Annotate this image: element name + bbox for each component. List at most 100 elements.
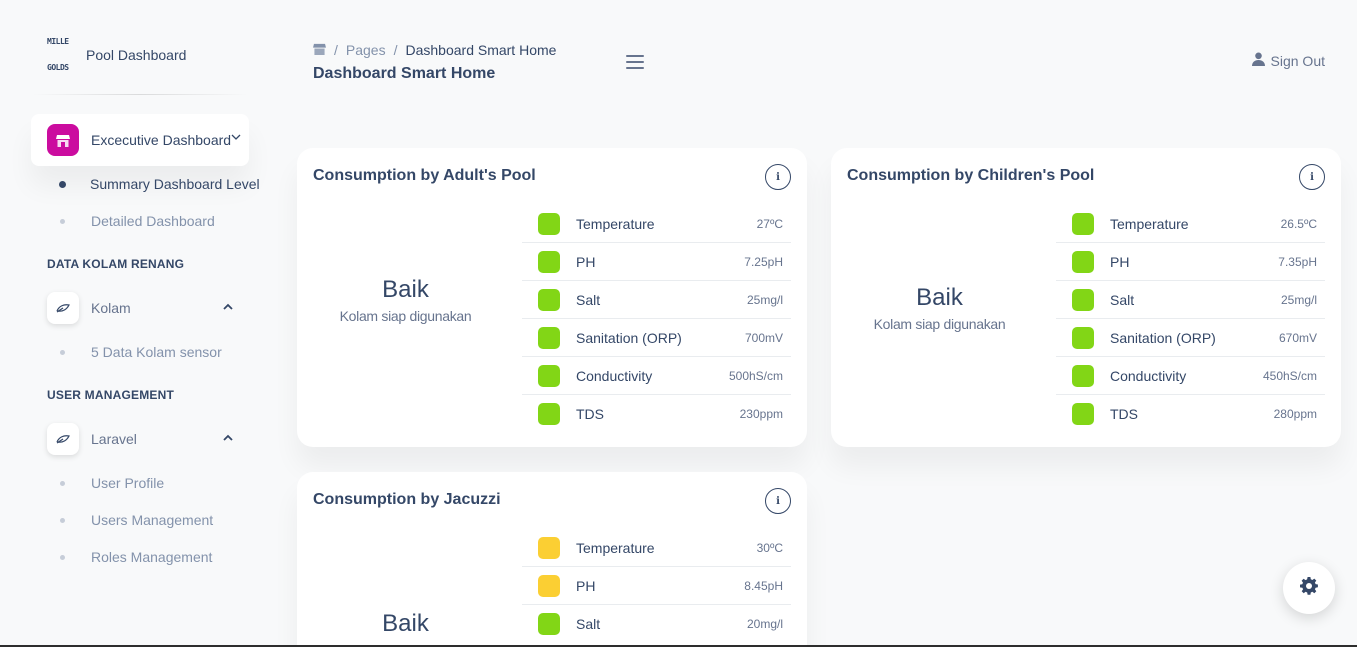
status-indicator [1072,364,1094,387]
metric-value: 20mg/l [746,617,783,631]
status-label: Baik [916,284,963,311]
section-title-user-management: USER MANAGEMENT [47,388,175,402]
status-note: Kolam siap digunakan [339,308,472,324]
status-indicator [538,574,560,597]
metrics-list: Temperature 27ºC PH 7.25pH Salt 25mg/l Sani… [522,205,791,433]
metric-value: 280ppm [1273,407,1317,421]
nav-kolam[interactable]: Kolam [47,292,247,324]
leaf-icon [47,292,79,324]
metric-name: Salt [1110,291,1135,308]
metric-row: PH 8.45pH [522,567,791,605]
shop-icon [47,124,79,156]
nav-laravel[interactable]: Laravel [47,423,247,455]
sign-out-button[interactable]: Sign Out [1251,52,1325,69]
brand[interactable]: MILLE GOLDS Pool Dashboard [47,38,186,72]
status-label: Baik [382,276,429,303]
status-indicator [1072,403,1094,425]
menu-toggle-icon[interactable] [626,55,644,69]
metric-row: Temperature 30ºC [522,529,791,567]
metric-name: Temperature [576,539,655,556]
metric-value: 27ºC [756,216,783,231]
subnav-users-management[interactable]: Users Management [60,512,213,528]
metric-row: Conductivity 500hS/cm [522,357,791,395]
bullet-icon [60,218,65,224]
metric-name: Sanitation (ORP) [576,329,682,346]
breadcrumb-current: Dashboard Smart Home [405,42,557,58]
metric-value: 30ºC [756,540,783,555]
metric-row: Salt 25mg/l [522,281,791,319]
bullet-icon [59,180,66,188]
metric-value: 700mV [744,330,783,345]
subnav-roles-management[interactable]: Roles Management [60,549,212,565]
chevron-up-icon [223,302,233,313]
metric-name: Sanitation (ORP) [1110,329,1216,346]
status-indicator [538,250,560,273]
card-adult-pool: Consumption by Adult's Pool i Baik Kolam… [297,148,807,447]
metric-row: TDS 230ppm [522,395,791,433]
brand-name: Pool Dashboard [86,47,187,63]
card-children-pool: Consumption by Children's Pool i Baik Ko… [831,148,1341,447]
settings-gear-button[interactable] [1283,562,1335,614]
breadcrumb-separator: / [393,42,398,58]
leaf-icon [47,423,79,455]
metric-name: Temperature [576,215,655,232]
metrics-list: Temperature 26.5ºC PH 7.35pH Salt 25mg/l Sa… [1056,205,1325,433]
status-note: Kolam siap digunakan [873,316,1006,332]
metric-value: 500hS/cm [728,368,783,383]
metric-name: PH [576,577,596,594]
subnav-label: 5 Data Kolam sensor [91,344,222,360]
gear-icon [1299,576,1319,601]
metric-name: TDS [1110,406,1138,422]
metric-value: 7.25pH [744,254,783,269]
chevron-up-icon [223,433,233,444]
status-indicator [538,364,560,387]
shop-icon[interactable] [313,42,326,58]
metric-value: 8.45pH [744,578,783,593]
info-icon[interactable]: i [765,164,791,190]
subnav-data-kolam-sensor[interactable]: 5 Data Kolam sensor [60,344,222,360]
metric-row: Temperature 27ºC [522,205,791,243]
card-title: Consumption by Children's Pool [847,167,1095,184]
metric-row: Salt 20mg/l [522,605,791,643]
metric-row: Conductivity 450hS/cm [1056,357,1325,395]
subnav-summary-dashboard[interactable]: Summary Dashboard Level [59,176,260,192]
metric-row: PH 7.25pH [522,243,791,281]
nav-kolam-label: Kolam [91,300,131,316]
sign-out-label: Sign Out [1270,52,1325,69]
metric-name: PH [576,253,596,270]
brand-logo: MILLE GOLDS [47,38,71,72]
metric-value: 25mg/l [1280,292,1317,307]
card-title: Consumption by Jacuzzi [313,491,501,508]
page-title: Dashboard Smart Home [313,65,496,82]
card-title: Consumption by Adult's Pool [313,167,536,184]
subnav-label: Roles Management [91,549,213,565]
status-label: Baik [382,610,429,637]
metric-row: TDS 280ppm [1056,395,1325,433]
status-indicator [538,326,560,349]
subnav-detailed-dashboard[interactable]: Detailed Dashboard [60,213,215,229]
metric-value: 7.35pH [1278,254,1317,269]
nav-executive-dashboard[interactable]: Excecutive Dashboard [31,114,249,166]
metric-value: 230ppm [739,407,783,421]
user-icon [1251,52,1265,69]
pool-status: Baik Kolam siap digunakan [847,284,1032,332]
card-jacuzzi: Consumption by Jacuzzi i Baik Temperatur… [297,472,807,647]
status-indicator [538,613,560,635]
breadcrumb-pages-link[interactable]: Pages [346,42,386,58]
info-icon[interactable]: i [1299,164,1325,190]
metric-row: Sanitation (ORP) 670mV [1056,319,1325,357]
info-icon[interactable]: i [765,488,791,514]
metric-name: PH [1110,253,1130,270]
subnav-label: Detailed Dashboard [91,213,215,229]
subnav-label: User Profile [91,475,165,491]
metric-value: 670mV [1278,330,1317,345]
metric-value: 25mg/l [746,292,783,307]
status-indicator [538,403,560,425]
sidebar: MILLE GOLDS Pool Dashboard Excecutive Da… [0,0,280,647]
metric-name: TDS [576,406,604,422]
metrics-list: Temperature 30ºC PH 8.45pH Salt 20mg/l [522,529,791,643]
bullet-icon [60,349,65,355]
subnav-user-profile[interactable]: User Profile [60,475,164,491]
status-indicator [1072,250,1094,273]
breadcrumb-separator: / [334,42,338,58]
